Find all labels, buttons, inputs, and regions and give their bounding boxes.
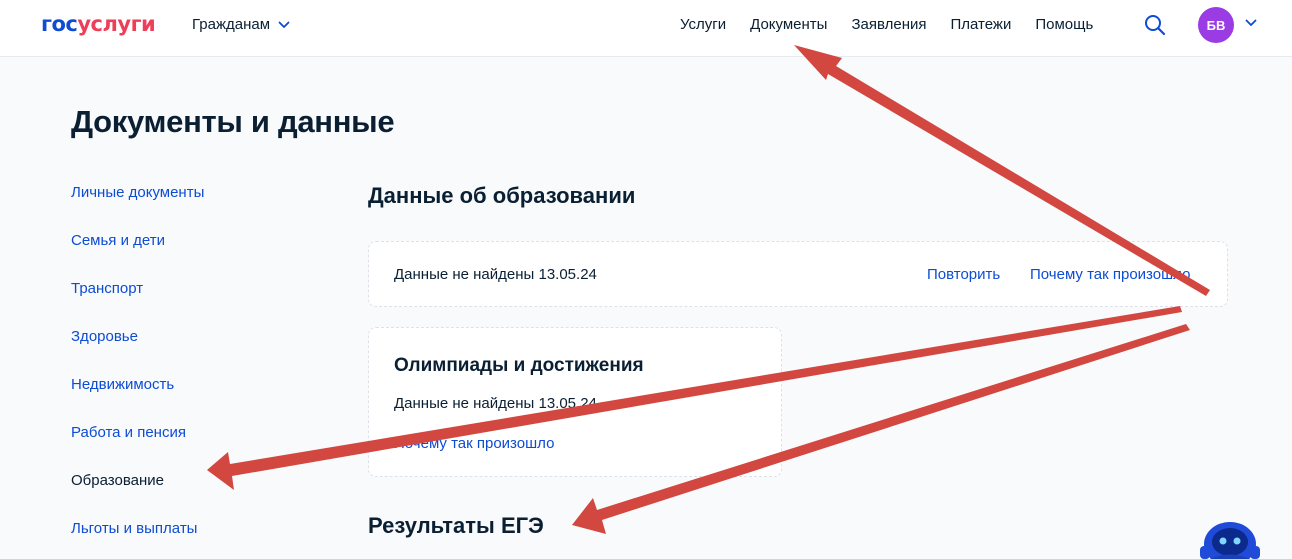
olympiad-why-happened-link[interactable]: Почему так произошло (394, 435, 554, 452)
education-status-text: Данные не найдены 13.05.24 (394, 266, 597, 283)
avatar-initials: БВ (1206, 17, 1226, 33)
audience-selector[interactable]: Гражданам (192, 16, 290, 33)
sidebar-item-education[interactable]: Образование (71, 472, 204, 520)
audience-label: Гражданам (192, 16, 271, 33)
retry-link[interactable]: Повторить (927, 266, 1000, 283)
education-section-title: Данные об образовании (368, 183, 636, 208)
search-icon[interactable] (1143, 13, 1167, 37)
olympiad-card: Олимпиады и достижения Данные не найдены… (368, 327, 782, 477)
page-title: Документы и данные (71, 104, 395, 139)
sidebar-item-family-children[interactable]: Семья и дети (71, 232, 204, 280)
sidebar-item-work-pension[interactable]: Работа и пенсия (71, 424, 204, 472)
top-header: госуслуги Гражданам Услуги Документы Зая… (0, 0, 1292, 57)
ege-results-title: Результаты ЕГЭ (368, 513, 544, 538)
documents-sidebar: Личные документы Семья и дети Транспорт … (71, 184, 204, 559)
sidebar-item-personal-documents[interactable]: Личные документы (71, 184, 204, 232)
education-data-card: Данные не найдены 13.05.24 Повторить Поч… (368, 241, 1228, 307)
why-happened-link[interactable]: Почему так произошло (1030, 266, 1190, 283)
sidebar-item-health[interactable]: Здоровье (71, 328, 204, 376)
chevron-down-icon (278, 21, 290, 28)
chat-assistant-robot-icon[interactable] (1190, 510, 1270, 559)
logo-part-gos: гос (41, 12, 78, 36)
nav-services[interactable]: Услуги (680, 16, 726, 33)
olympiad-status-text: Данные не найдены 13.05.24 (394, 395, 597, 412)
nav-applications[interactable]: Заявления (851, 16, 926, 33)
sidebar-item-real-estate[interactable]: Недвижимость (71, 376, 204, 424)
user-avatar[interactable]: БВ (1198, 7, 1234, 43)
nav-documents[interactable]: Документы (750, 16, 827, 33)
olympiad-card-title: Олимпиады и достижения (394, 355, 644, 376)
chevron-down-icon[interactable] (1245, 19, 1257, 27)
gosuslugi-logo[interactable]: госуслуги (41, 12, 156, 36)
nav-help[interactable]: Помощь (1035, 16, 1093, 33)
main-nav: Услуги Документы Заявления Платежи Помощ… (680, 16, 1117, 33)
nav-payments[interactable]: Платежи (951, 16, 1012, 33)
logo-part-uslugi: услуги (77, 12, 156, 36)
sidebar-item-transport[interactable]: Транспорт (71, 280, 204, 328)
sidebar-item-benefits[interactable]: Льготы и выплаты (71, 520, 204, 559)
